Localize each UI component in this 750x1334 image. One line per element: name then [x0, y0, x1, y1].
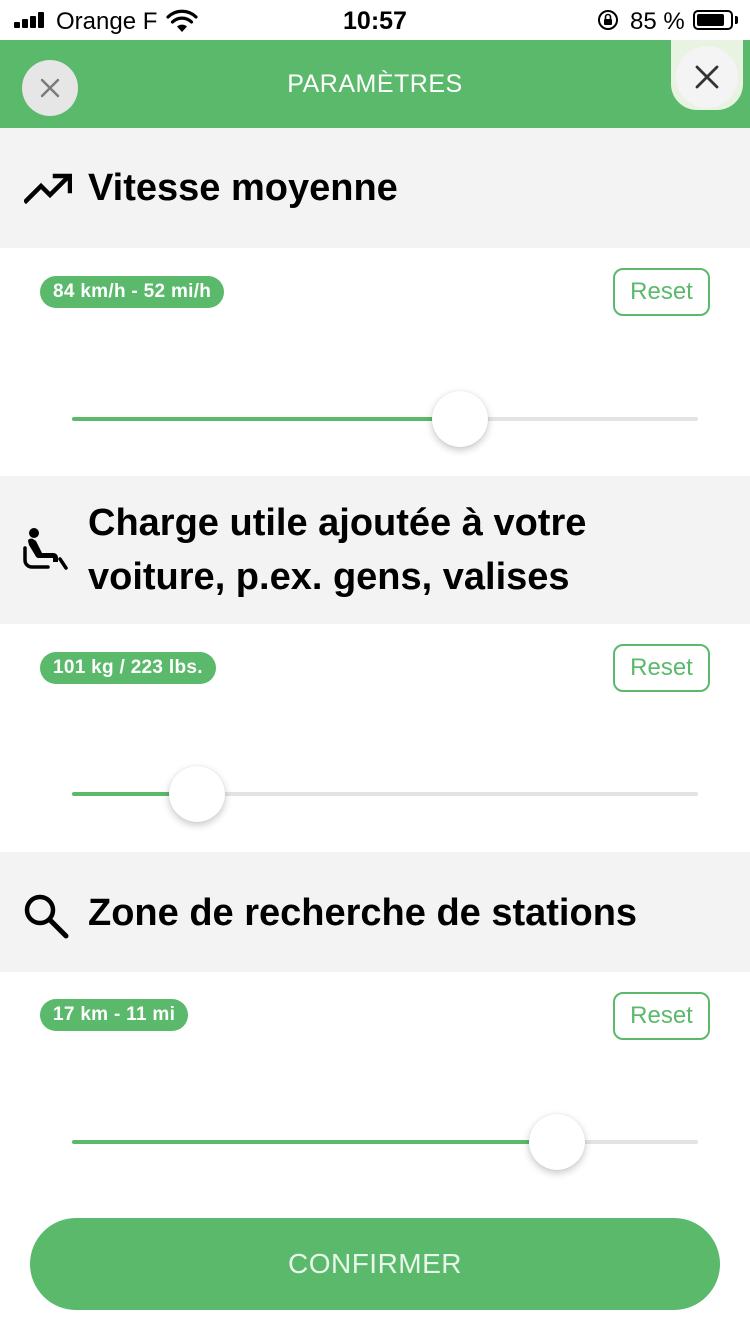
- section-body-speed: 84 km/h - 52 mi/h Reset: [0, 248, 750, 476]
- section-body-payload: 101 kg / 223 lbs. Reset: [0, 624, 750, 852]
- section-header-speed: Vitesse moyenne: [0, 128, 750, 248]
- close-button-right[interactable]: [676, 46, 738, 108]
- battery-level: [697, 14, 724, 26]
- slider-thumb[interactable]: [529, 1114, 586, 1170]
- search-zone-value-badge: 17 km - 11 mi: [40, 999, 189, 1031]
- speed-value-badge: 84 km/h - 52 mi/h: [40, 276, 225, 308]
- search-zone-slider[interactable]: [72, 1112, 698, 1172]
- slider-fill: [72, 1140, 558, 1144]
- slider-fill: [72, 417, 461, 421]
- close-icon: [695, 65, 719, 89]
- speed-slider[interactable]: [72, 389, 698, 449]
- section-title-speed: Vitesse moyenne: [88, 167, 398, 209]
- header-bar: PARAMÈTRES: [0, 40, 750, 128]
- confirm-button[interactable]: CONFIRMER: [30, 1218, 720, 1310]
- section-title-payload-line2: voiture, p.ex. gens, valises: [88, 556, 570, 598]
- reset-payload-button[interactable]: Reset: [613, 644, 710, 692]
- slider-thumb[interactable]: [432, 391, 489, 447]
- slider-thumb[interactable]: [169, 766, 226, 822]
- payload-value-badge: 101 kg / 223 lbs.: [40, 652, 216, 684]
- search-icon: [24, 894, 69, 939]
- section-header-payload: Charge utile ajoutée à votre voiture, p.…: [0, 476, 750, 624]
- reset-speed-button[interactable]: Reset: [613, 268, 710, 316]
- section-header-search-zone: Zone de recherche de stations: [0, 852, 750, 972]
- section-title-search-zone: Zone de recherche de stations: [88, 892, 638, 934]
- section-title-payload-line1: Charge utile ajoutée à votre: [88, 502, 587, 544]
- battery-percentage: 85 %: [630, 8, 685, 35]
- status-bar: Orange F 10:57 85 %: [0, 0, 750, 40]
- page-title: PARAMÈTRES: [287, 70, 463, 98]
- reset-search-zone-button[interactable]: Reset: [613, 992, 710, 1040]
- section-body-search-zone: 17 km - 11 mi Reset: [0, 972, 750, 1200]
- battery-cap: [735, 16, 738, 24]
- orientation-lock-icon: [598, 10, 618, 30]
- trending-up-icon: [24, 173, 72, 204]
- seated-person-icon: [23, 528, 68, 570]
- battery-icon: [693, 10, 733, 30]
- payload-slider[interactable]: [72, 764, 698, 824]
